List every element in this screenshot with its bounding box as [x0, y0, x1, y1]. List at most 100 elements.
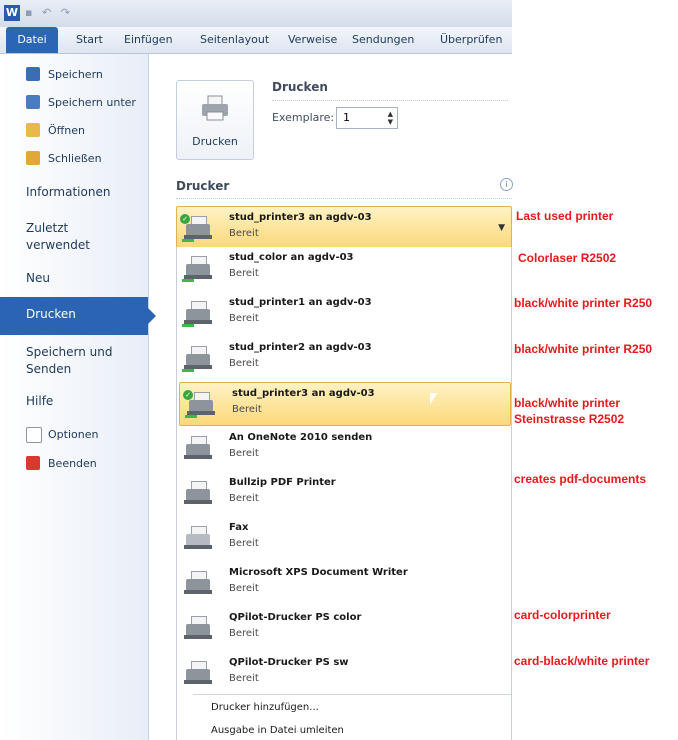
annotation-bw-printer-1: black/white printer R250: [514, 296, 653, 310]
printer-name: stud_color an agdv-03: [229, 252, 354, 263]
printer-status: Bereit: [229, 358, 259, 369]
printer-item[interactable]: Bullzip PDF Printer Bereit: [177, 472, 511, 514]
save-as-icon: [26, 95, 40, 109]
tab-datei[interactable]: Datei: [6, 27, 58, 53]
print-to-file-option[interactable]: Ausgabe in Datei umleiten: [211, 725, 344, 736]
printer-icon: ✓: [180, 214, 214, 242]
undo-icon[interactable]: ↶: [42, 6, 51, 19]
nav-informationen[interactable]: Informationen: [26, 184, 110, 201]
copies-spinner[interactable]: 1 ▲ ▼: [336, 107, 398, 129]
tab-start[interactable]: Start: [76, 27, 103, 53]
printer-icon: [182, 254, 214, 282]
nav-speichern-und-senden[interactable]: Speichern und Senden: [26, 344, 126, 378]
printer-item[interactable]: Microsoft XPS Document Writer Bereit: [177, 562, 511, 604]
printer-status: Bereit: [229, 538, 259, 549]
chevron-down-icon: ▼: [498, 223, 505, 233]
print-heading: Drucken: [272, 80, 328, 94]
info-icon[interactable]: i: [500, 178, 513, 191]
nav-drucken-label: Drucken: [26, 307, 76, 321]
copies-label: Exemplare:: [272, 111, 335, 124]
divider: [176, 198, 512, 199]
printer-item[interactable]: stud_color an agdv-03 Bereit: [177, 247, 511, 289]
nav-optionen-label: Optionen: [48, 428, 99, 441]
printer-name: stud_printer2 an agdv-03: [229, 342, 372, 353]
printer-status: Bereit: [229, 448, 259, 459]
printer-heading: Drucker: [176, 179, 230, 193]
printer-status: Bereit: [229, 493, 259, 504]
annotation-bw-printer-2: black/white printer R250: [514, 342, 653, 356]
nav-schliessen-label: Schließen: [48, 152, 102, 165]
printer-icon: [182, 434, 214, 462]
nav-neu[interactable]: Neu: [26, 270, 50, 287]
save-icon: [26, 67, 40, 81]
printer-item[interactable]: stud_printer2 an agdv-03 Bereit: [177, 337, 511, 379]
printer-name: An OneNote 2010 senden: [229, 432, 373, 443]
printer-item[interactable]: QPilot-Drucker PS color Bereit: [177, 607, 511, 649]
annotation-steinstrasse: Steinstrasse R2502: [514, 412, 625, 426]
tab-verweise[interactable]: Verweise: [288, 27, 337, 53]
active-indicator-arrow: [148, 308, 156, 324]
backstage-nav: Speichern Speichern unter Öffnen Schließ…: [0, 54, 149, 740]
printer-status: Bereit: [229, 268, 259, 279]
printer-icon: [202, 95, 228, 121]
annotation-card-color: card-colorprinter: [514, 608, 611, 622]
printer-icon: [182, 344, 214, 372]
mouse-cursor-icon: [429, 392, 438, 406]
nav-hilfe[interactable]: Hilfe: [26, 393, 53, 410]
printer-item[interactable]: stud_printer1 an agdv-03 Bereit: [177, 292, 511, 334]
printer-name: Bullzip PDF Printer: [229, 477, 336, 488]
printer-icon: [182, 299, 214, 327]
save-icon[interactable]: ▪: [25, 6, 32, 19]
print-button-label: Drucken: [192, 135, 238, 148]
printer-name: QPilot-Drucker PS sw: [229, 657, 349, 668]
printer-name: Fax: [229, 522, 249, 533]
default-check-icon: ✓: [180, 214, 190, 224]
add-printer-link[interactable]: Drucker hinzufügen...: [211, 702, 319, 713]
folder-close-icon: [26, 151, 40, 165]
annotation-last-used: Last used printer: [516, 209, 614, 223]
nav-speichern-label: Speichern: [48, 68, 103, 81]
printer-name: QPilot-Drucker PS color: [229, 612, 362, 623]
tab-ueberpruefen[interactable]: Überprüfen: [440, 27, 502, 53]
nav-beenden-label: Beenden: [48, 457, 97, 470]
printer-name: stud_printer1 an agdv-03: [229, 297, 372, 308]
spin-arrows-icon[interactable]: ▲ ▼: [388, 110, 393, 126]
fax-icon: [182, 524, 214, 552]
printer-icon: ✓: [183, 390, 217, 418]
folder-open-icon: [26, 123, 40, 137]
quick-access-toolbar: ▪ ↶ ↷: [25, 6, 76, 19]
annotation-colorlaser: Colorlaser R2502: [518, 251, 617, 265]
word-app-icon[interactable]: W: [4, 5, 20, 21]
printer-status: Bereit: [229, 313, 259, 324]
annotation-card-bw: card-black/white printer: [514, 654, 650, 668]
printer-name: Microsoft XPS Document Writer: [229, 567, 408, 578]
printer-name: stud_printer3 an agdv-03: [232, 388, 375, 399]
printer-icon: [182, 479, 214, 507]
printer-item[interactable]: An OneNote 2010 senden Bereit: [177, 427, 511, 469]
printer-dropdown[interactable]: ✓ stud_printer3 an agdv-03 Bereit ▼: [176, 206, 512, 248]
copies-value: 1: [343, 111, 350, 124]
tab-einfuegen[interactable]: Einfügen: [124, 27, 173, 53]
redo-icon[interactable]: ↷: [61, 6, 70, 19]
options-icon: [26, 427, 42, 443]
title-bar: W ▪ ↶ ↷: [0, 0, 512, 27]
tab-sendungen[interactable]: Sendungen: [352, 27, 414, 53]
printer-icon: [182, 569, 214, 597]
nav-drucken[interactable]: Drucken: [0, 297, 156, 335]
printer-status: Bereit: [229, 628, 259, 639]
printer-item-hover[interactable]: ✓ stud_printer3 an agdv-03 Bereit: [179, 382, 511, 426]
printer-status: Bereit: [232, 404, 262, 415]
nav-speichern-unter-label: Speichern unter: [48, 96, 136, 109]
annotation-bw-printer-3: black/white printer: [514, 396, 621, 410]
print-button[interactable]: Drucken: [176, 80, 254, 160]
printer-icon: [182, 614, 214, 642]
nav-zuletzt-verwendet[interactable]: Zuletzt verwendet: [26, 220, 126, 254]
annotation-pdf: creates pdf-documents: [514, 472, 647, 486]
printer-item[interactable]: QPilot-Drucker PS sw Bereit: [177, 652, 511, 694]
default-check-icon: ✓: [183, 390, 193, 400]
divider: [193, 694, 511, 695]
divider: [272, 100, 508, 101]
printer-item[interactable]: Fax Bereit: [177, 517, 511, 559]
nav-oeffnen-label: Öffnen: [48, 124, 85, 137]
tab-seitenlayout[interactable]: Seitenlayout: [200, 27, 269, 53]
